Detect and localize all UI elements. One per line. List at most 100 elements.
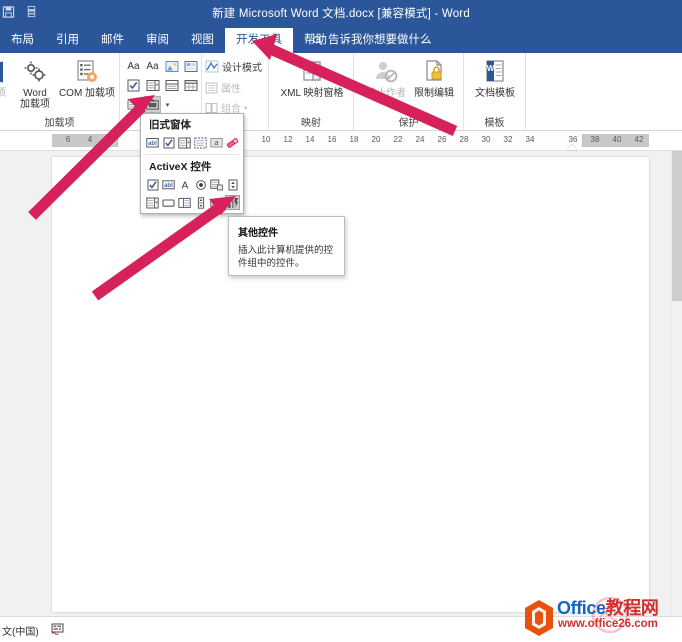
label-icon[interactable] <box>177 195 192 210</box>
building-block-gallery-button[interactable] <box>182 58 199 75</box>
date-picker-content-control-button[interactable] <box>182 77 199 94</box>
text-box-icon[interactable]: abl <box>161 177 176 192</box>
group-label-template: 模板 <box>484 118 505 129</box>
ruler-tick: 40 <box>612 135 622 144</box>
controls-row-1: Aa Aa <box>125 58 199 75</box>
com-addins-button[interactable]: COM 加载项 <box>58 56 116 99</box>
svg-text:abl: abl <box>164 183 173 189</box>
list-box-icon[interactable] <box>209 177 224 192</box>
legacy-tools-dropdown-arrow[interactable]: ▾ <box>163 96 172 113</box>
gallery-row-activex-1: abl A <box>141 176 243 195</box>
controls-row-3: ▾ <box>125 96 172 113</box>
command-button-icon[interactable]: A <box>177 177 192 192</box>
tab-developer[interactable]: 开发工具 <box>225 28 293 53</box>
ribbon-group-addins: 项 Word 加载项 COM 加载项 加载项 <box>0 53 120 131</box>
tab-review[interactable]: 审阅 <box>135 28 180 53</box>
ruler-tick: 2 <box>109 135 115 144</box>
rich-text-label: Aa <box>127 61 140 72</box>
ruler-tick: 14 <box>305 135 315 144</box>
document-page[interactable] <box>52 157 649 612</box>
tab-references[interactable]: 引用 <box>45 28 90 53</box>
rich-text-content-control-button[interactable]: Aa <box>125 58 142 75</box>
text-form-field-icon[interactable]: abl <box>145 135 160 150</box>
drop-down-form-field-icon[interactable] <box>177 135 192 150</box>
option-button-icon[interactable] <box>193 177 208 192</box>
combo-box-icon[interactable] <box>145 195 160 210</box>
more-controls-icon[interactable] <box>225 195 240 210</box>
check-box-content-control-button[interactable] <box>125 77 142 94</box>
ribbon-group-template: W 文档模板 模板 <box>464 53 526 131</box>
tab-layout[interactable]: 布局 <box>0 28 45 53</box>
ruler-tick: 38 <box>590 135 600 144</box>
ribbon-tab-strip: 布局 引用 邮件 审阅 视图 开发工具 帮助 告诉我你想要做什么 <box>0 28 682 53</box>
ruler-left-margin <box>52 134 117 147</box>
ruler-tick: 34 <box>525 135 535 144</box>
right-indent-marker[interactable] <box>567 144 577 150</box>
ribbon-group-empty <box>526 53 682 131</box>
toggle-button-icon[interactable] <box>161 195 176 210</box>
xml-mapping-pane-button[interactable]: XML 映射窗格 <box>277 56 347 99</box>
tell-me-label: 告诉我你想要做什么 <box>328 34 432 46</box>
tab-mailings[interactable]: 邮件 <box>90 28 135 53</box>
properties-button[interactable]: 属性 <box>205 79 241 96</box>
ruler-tick: 42 <box>634 135 644 144</box>
picture-icon <box>165 61 178 72</box>
svg-text:abl: abl <box>148 141 157 147</box>
ruler-tick: 20 <box>371 135 381 144</box>
ribbon-group-protection: 阻止作者 限制编辑 保护 <box>354 53 464 131</box>
scrollbar-thumb[interactable] <box>672 151 682 301</box>
document-template-button[interactable]: W 文档模板 <box>472 56 518 99</box>
scroll-bar-icon[interactable] <box>193 195 208 210</box>
check-box-icon[interactable] <box>145 177 160 192</box>
legacy-tools-gallery[interactable]: 旧式窗体 abl a ActiveX 控件 abl A <box>140 113 244 214</box>
tell-me-search[interactable]: 告诉我你想要做什么 <box>312 28 432 53</box>
form-field-shading-icon[interactable]: a <box>209 135 224 150</box>
date-picker-icon <box>184 80 197 91</box>
com-addins-label: COM 加载项 <box>58 88 116 99</box>
word-addins-button[interactable]: Word 加载项 <box>12 56 58 110</box>
repeating-section-icon <box>127 99 141 110</box>
block-authors-label: 阻止作者 <box>366 88 406 99</box>
dropdown-list-content-control-button[interactable] <box>163 77 180 94</box>
plain-text-content-control-button[interactable]: Aa <box>144 58 161 75</box>
vertical-scrollbar[interactable] <box>670 151 682 616</box>
design-mode-button[interactable]: 设计模式 <box>205 58 262 75</box>
document-title: 新建 Microsoft Word 文档.docx [兼容模式] - Word <box>212 8 470 20</box>
watermark-brand-cn: 教程网 <box>605 598 659 618</box>
proofing-errors-icon[interactable] <box>51 623 64 638</box>
word-addins-label-line2: 加载项 <box>20 99 50 110</box>
gears-icon <box>12 56 58 88</box>
check-box-icon <box>127 79 140 92</box>
group-icon <box>205 102 218 113</box>
watermark-brand-en: Office <box>557 598 606 618</box>
insert-frame-icon[interactable] <box>193 135 208 150</box>
horizontal-ruler[interactable]: 6 4 2 2 4 6 8 10 12 14 16 18 20 22 24 26… <box>0 131 682 151</box>
check-box-form-field-icon[interactable] <box>161 135 176 150</box>
ruler-tick: 36 <box>568 135 578 144</box>
word-window: 新建 Microsoft Word 文档.docx [兼容模式] - Word … <box>0 0 682 642</box>
reset-form-fields-icon[interactable] <box>225 135 240 150</box>
controls-row-2 <box>125 77 199 94</box>
svg-text:a: a <box>214 140 218 147</box>
watermark-brand: Office教程网 <box>557 598 659 618</box>
tab-view[interactable]: 视图 <box>180 28 225 53</box>
ruler-tick: 12 <box>283 135 293 144</box>
ruler-tick: 28 <box>459 135 469 144</box>
title-bar: 新建 Microsoft Word 文档.docx [兼容模式] - Word <box>0 0 682 28</box>
image-icon[interactable] <box>209 195 224 210</box>
ruler-tick: 26 <box>437 135 447 144</box>
ruler-tick: 6 <box>65 135 71 144</box>
combo-box-content-control-button[interactable] <box>144 77 161 94</box>
gallery-row-activex-2 <box>141 195 243 213</box>
legacy-tools-button[interactable] <box>144 96 161 113</box>
design-mode-icon <box>205 60 219 73</box>
repeating-section-content-control-button[interactable] <box>125 96 142 113</box>
properties-label: 属性 <box>221 84 241 95</box>
restrict-editing-button[interactable]: 限制编辑 <box>410 56 458 99</box>
spin-button-icon[interactable] <box>225 177 240 192</box>
block-authors-icon <box>364 56 408 88</box>
picture-content-control-button[interactable] <box>163 58 180 75</box>
block-authors-button[interactable]: 阻止作者 <box>364 56 408 99</box>
svg-text:A: A <box>181 180 188 191</box>
language-status[interactable]: 文(中国) <box>2 623 39 638</box>
